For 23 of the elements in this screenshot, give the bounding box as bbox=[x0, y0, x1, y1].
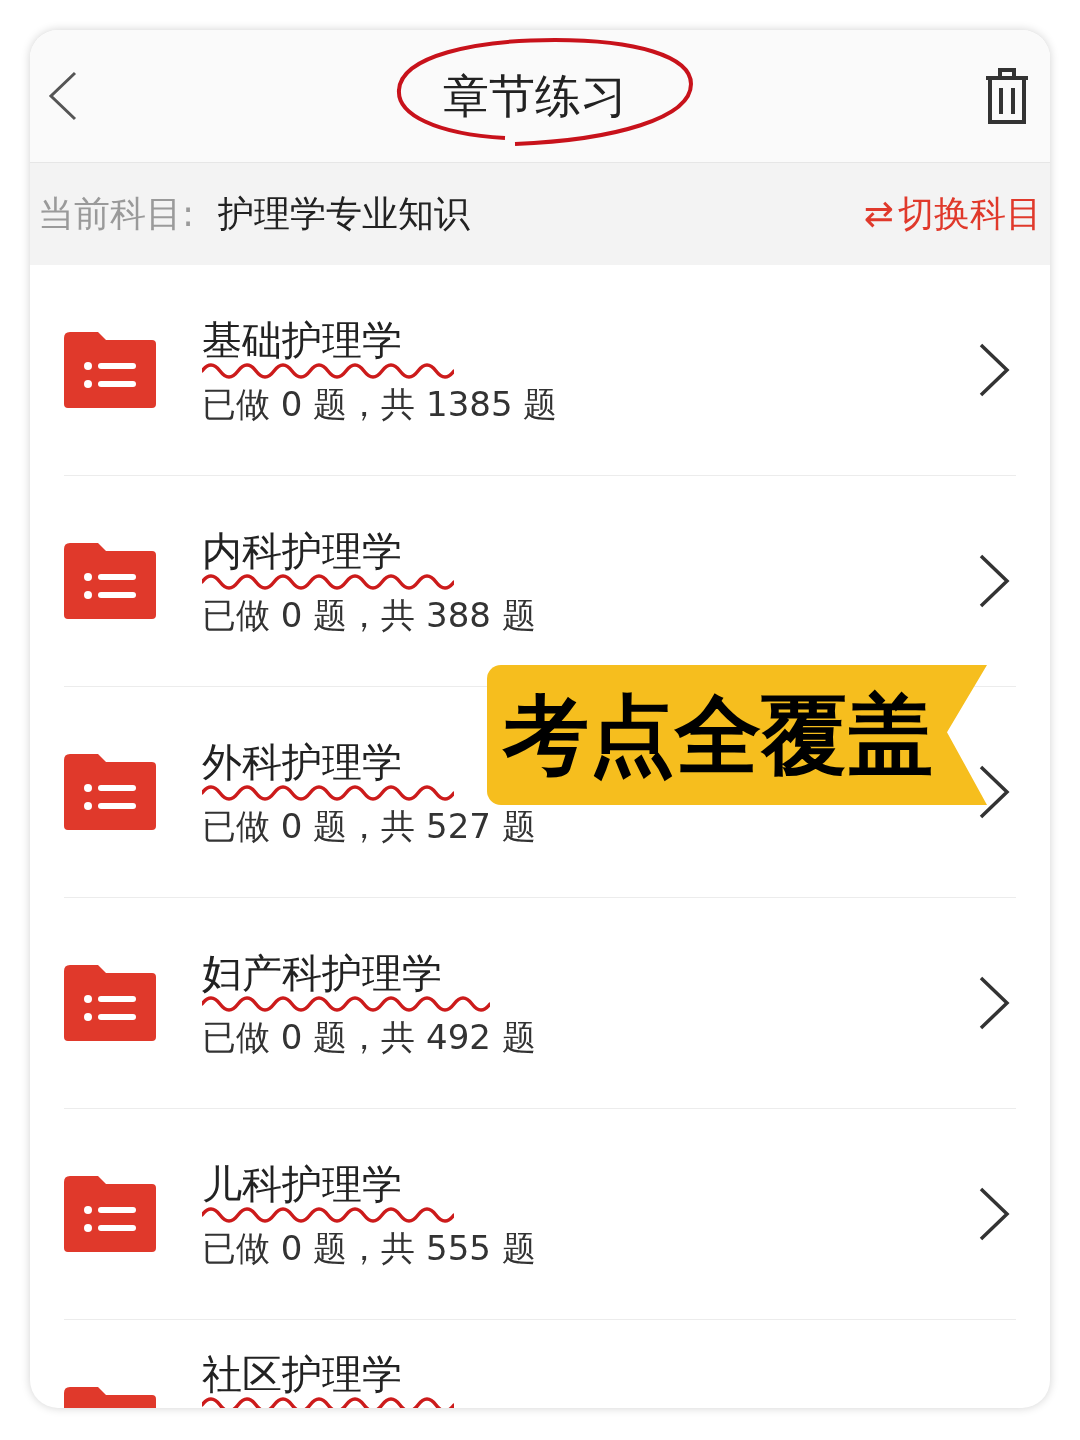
chapter-title: 外科护理学 bbox=[202, 738, 402, 785]
chevron-right-icon bbox=[978, 975, 1010, 1031]
chapter-title: 基础护理学 bbox=[202, 316, 402, 363]
subject-name: 护理学专业知识 bbox=[218, 192, 471, 236]
folder-list-icon bbox=[64, 332, 156, 408]
folder-list-icon bbox=[64, 754, 156, 830]
trash-icon bbox=[984, 66, 1030, 126]
chapter-title: 社区护理学 bbox=[202, 1351, 402, 1397]
folder-list-icon bbox=[64, 965, 156, 1041]
switch-subject-link[interactable]: ⇄切换科目 bbox=[863, 187, 1042, 241]
chevron-right-icon bbox=[978, 553, 1010, 609]
promo-banner: 考点全覆盖 bbox=[487, 665, 987, 805]
folder-list-icon bbox=[64, 543, 156, 619]
subject-label: 当前科目: bbox=[38, 192, 195, 236]
chevron-right-icon bbox=[978, 764, 1010, 820]
page-title: 章节练习 bbox=[443, 68, 627, 123]
chapter-title: 内科护理学 bbox=[202, 527, 402, 574]
chapter-title: 儿科护理学 bbox=[202, 1160, 402, 1207]
chapter-title: 妇产科护理学 bbox=[202, 949, 442, 996]
swap-icon: ⇄ bbox=[863, 187, 894, 241]
chevron-right-icon bbox=[978, 342, 1010, 398]
folder-list-icon bbox=[64, 1176, 156, 1252]
chevron-right-icon bbox=[978, 1186, 1010, 1242]
